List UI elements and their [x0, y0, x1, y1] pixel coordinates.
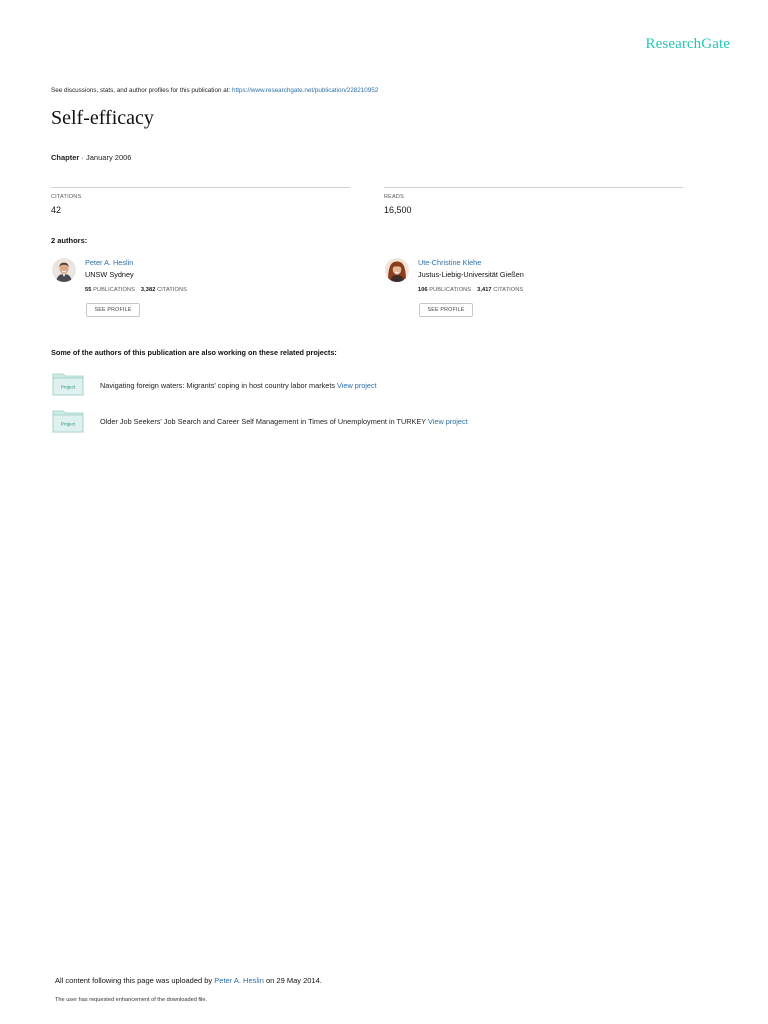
citations-count: 3,382: [140, 287, 156, 293]
enhancement-note: The user has requested enhancement of th…: [55, 997, 208, 1003]
reads-value: 16,500: [384, 205, 412, 215]
author-avatar-klehe[interactable]: [385, 258, 409, 282]
project-icon-label: Project: [61, 422, 76, 427]
see-profile-button-klehe[interactable]: SEE PROFILE: [419, 303, 473, 317]
publication-date: January 2006: [86, 153, 132, 162]
reads-label: READS: [384, 194, 404, 200]
author-stats-heslin: 55 PUBLICATIONS 3,382 CITATIONS: [85, 287, 187, 293]
authors-heading: 2 authors:: [51, 236, 88, 245]
discussion-line: See discussions, stats, and author profi…: [51, 87, 378, 94]
publications-label: PUBLICATIONS: [93, 287, 135, 293]
author-name-klehe[interactable]: Ute-Christine Klehe: [418, 258, 481, 267]
upload-suffix: on 29 May 2014.: [263, 976, 322, 985]
project-title: Older Job Seekers' Job Search and Career…: [100, 417, 429, 426]
publication-type: Chapter: [51, 153, 80, 162]
project-item: Older Job Seekers' Job Search and Career…: [100, 417, 468, 426]
view-project-link[interactable]: View project: [337, 381, 377, 390]
project-item: Navigating foreign waters: Migrants' cop…: [100, 381, 377, 390]
researchgate-logo[interactable]: ResearchGate: [646, 36, 730, 53]
author-photo-icon: [52, 258, 76, 282]
view-project-link[interactable]: View project: [428, 417, 468, 426]
author-photo-icon: [385, 258, 409, 282]
author-affiliation-klehe: Justus-Liebig-Universität Gießen: [418, 270, 524, 279]
publication-title: Self-efficacy: [51, 107, 154, 129]
project-icon[interactable]: Project: [52, 372, 84, 401]
folder-icon: Project: [52, 410, 84, 433]
upload-prefix: All content following this page was uplo…: [55, 976, 215, 985]
citations-label: CITATIONS: [51, 194, 82, 200]
see-profile-button-heslin[interactable]: SEE PROFILE: [86, 303, 140, 317]
project-title: Navigating foreign waters: Migrants' cop…: [100, 381, 338, 390]
author-name-heslin[interactable]: Peter A. Heslin: [85, 258, 133, 267]
type-date-separator: ·: [79, 153, 87, 162]
reads-divider: [384, 187, 683, 188]
citations-label: CITATIONS: [493, 287, 524, 293]
upload-notice: All content following this page was uplo…: [55, 976, 322, 985]
project-icon-label: Project: [61, 385, 76, 390]
author-affiliation-heslin: UNSW Sydney: [85, 270, 134, 279]
publication-type-date: Chapter · January 2006: [51, 153, 131, 162]
uploader-link[interactable]: Peter A. Heslin: [214, 976, 264, 985]
citations-label: CITATIONS: [157, 287, 187, 293]
citations-count: 3,417: [477, 287, 492, 293]
discussion-prefix: See discussions, stats, and author profi…: [51, 87, 232, 94]
project-icon[interactable]: Project: [52, 409, 84, 438]
folder-icon: Project: [52, 373, 84, 396]
publications-label: PUBLICATIONS: [429, 287, 472, 293]
publications-count: 55: [85, 287, 92, 293]
citations-divider: [51, 187, 350, 188]
related-projects-heading: Some of the authors of this publication …: [51, 348, 337, 357]
publication-url-link[interactable]: https://www.researchgate.net/publication…: [232, 87, 378, 94]
author-avatar-heslin[interactable]: [52, 258, 76, 282]
author-stats-klehe: 106 PUBLICATIONS 3,417 CITATIONS: [418, 287, 523, 293]
citations-value: 42: [51, 205, 62, 215]
publications-count: 106: [418, 287, 428, 293]
